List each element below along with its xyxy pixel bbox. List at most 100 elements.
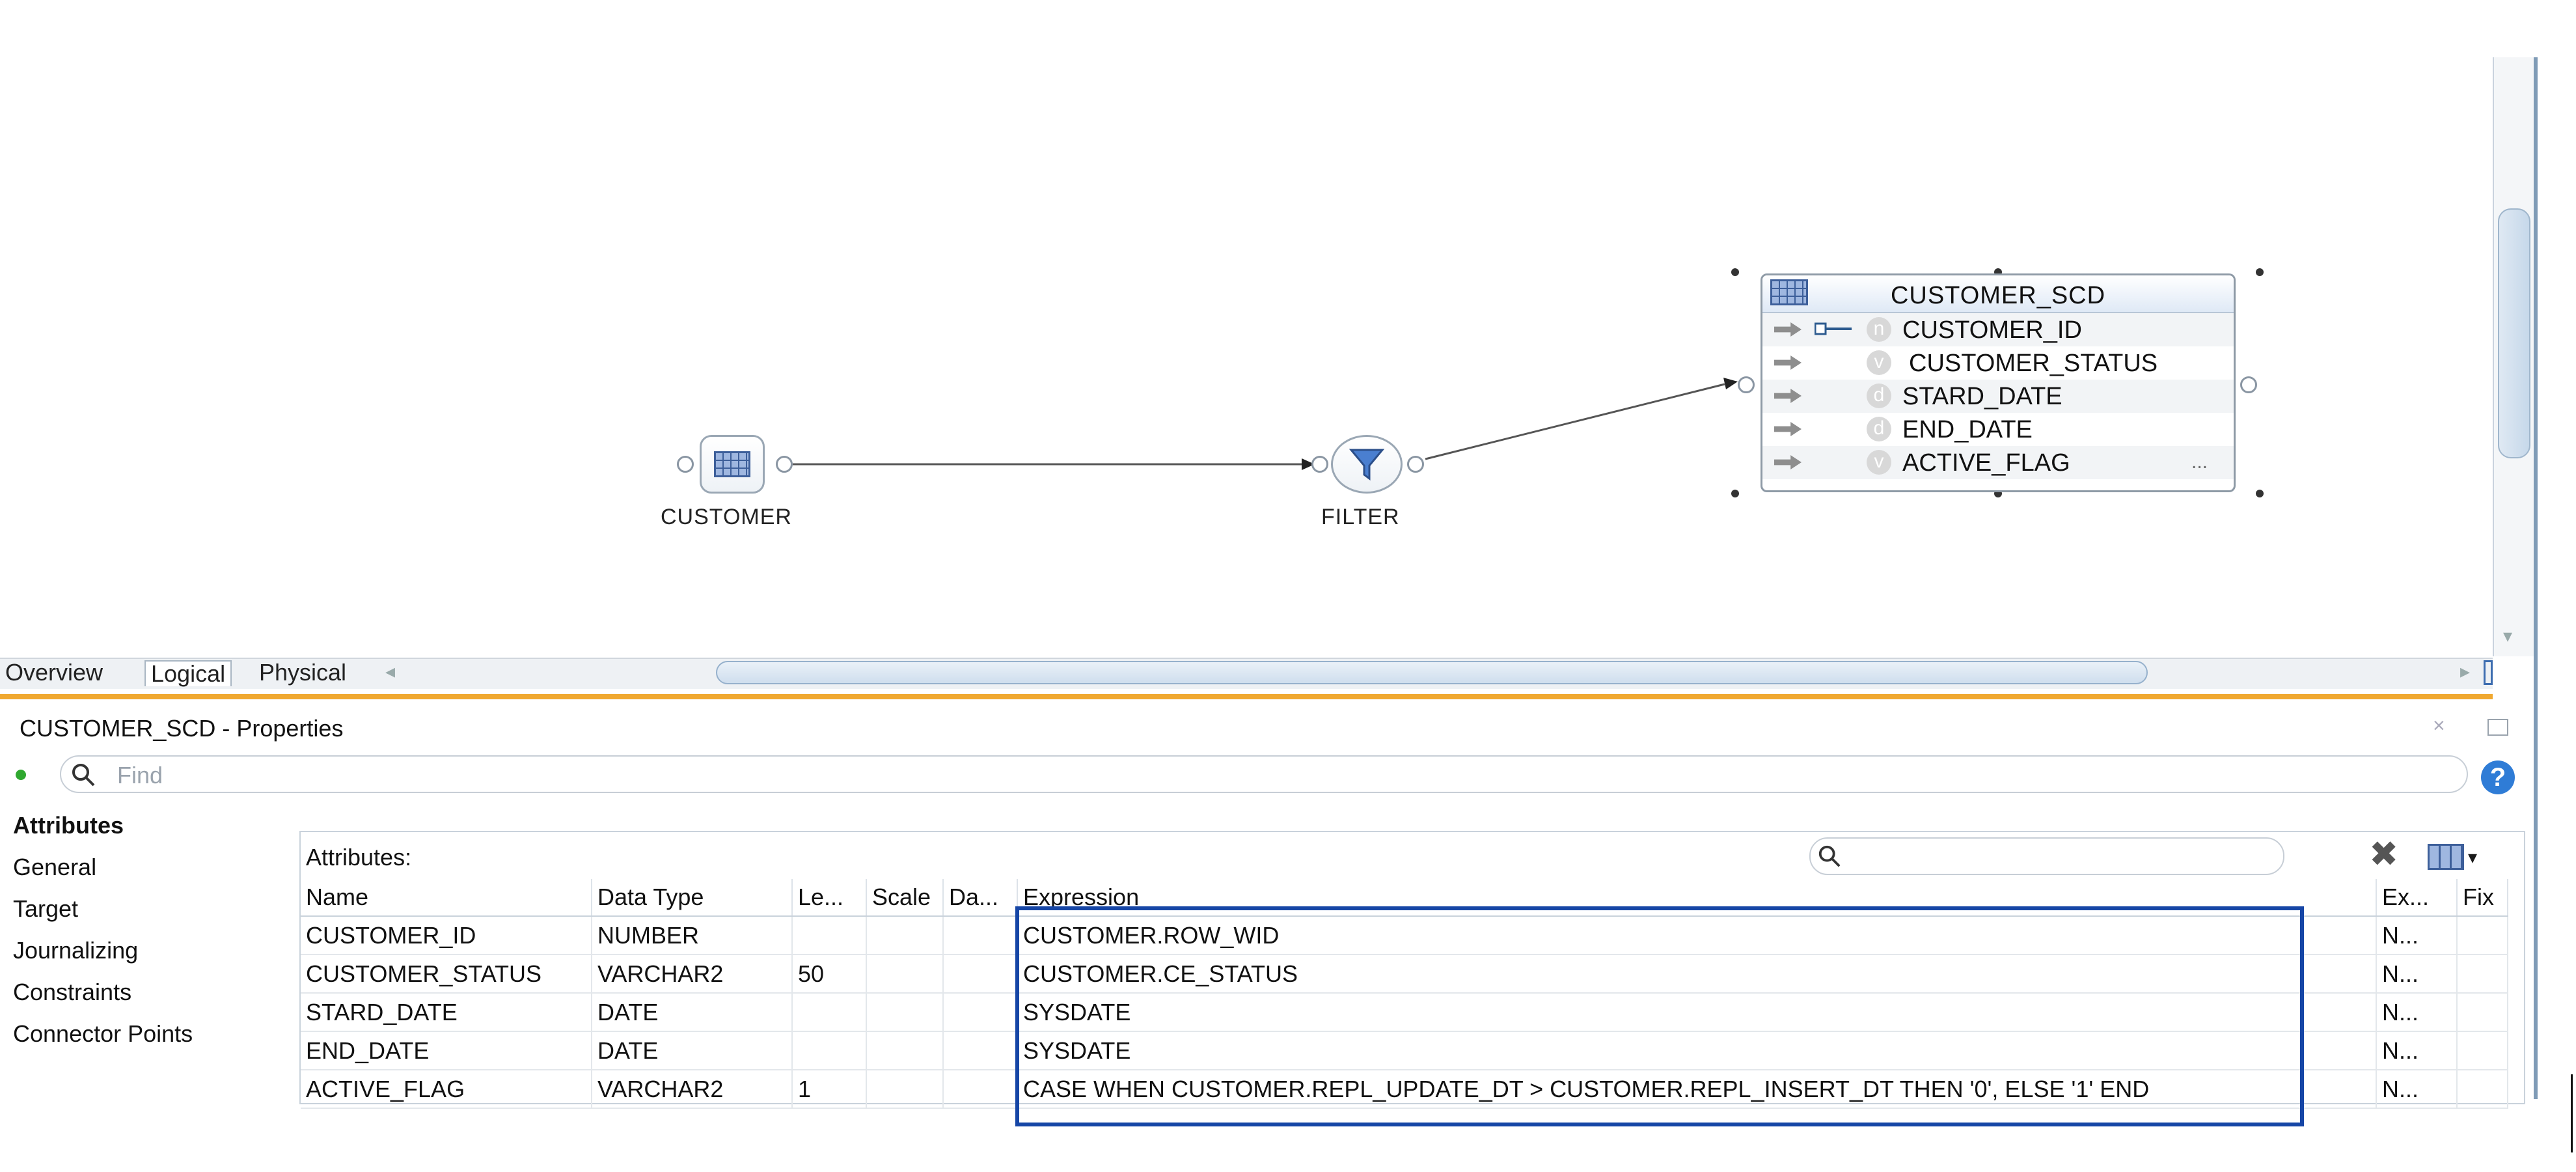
cell-default[interactable]: [943, 955, 1018, 994]
attribute-name: END_DATE: [1902, 416, 2033, 443]
cell-fix[interactable]: [2457, 1031, 2508, 1070]
chevron-down-icon[interactable]: ▾: [2468, 846, 2477, 868]
cell-data-type[interactable]: DATE: [592, 1031, 793, 1070]
col-data-type[interactable]: Data Type: [592, 879, 793, 917]
mapping-canvas[interactable]: CUSTOMER FILTER CUSTOMER_SCD n CUSTOMER_…: [0, 0, 2493, 651]
mapped-arrow-icon: [1774, 322, 1802, 337]
date-type-icon: d: [1867, 384, 1891, 408]
col-length[interactable]: Le...: [792, 879, 867, 917]
cell-scale[interactable]: [866, 993, 944, 1032]
nav-constraints[interactable]: Constraints: [0, 971, 286, 1013]
cell-default[interactable]: [943, 1070, 1018, 1109]
cell-length[interactable]: 1: [792, 1070, 867, 1109]
link-filter-target: [1425, 383, 1725, 460]
nav-target[interactable]: Target: [0, 888, 286, 930]
col-scale[interactable]: Scale: [866, 879, 944, 917]
col-fix[interactable]: Fix: [2457, 879, 2508, 917]
find-input[interactable]: [60, 755, 2468, 793]
overview-toggle-icon[interactable]: [2484, 660, 2493, 685]
cell-execute-on[interactable]: N...: [2376, 1070, 2458, 1109]
help-icon[interactable]: ?: [2481, 760, 2515, 794]
attributes-label: Attributes:: [306, 844, 412, 871]
tab-logical[interactable]: Logical: [144, 660, 232, 686]
output-port[interactable]: [1407, 456, 1424, 473]
scroll-right-arrow-icon[interactable]: ▸: [2460, 660, 2470, 683]
col-name[interactable]: Name: [301, 879, 592, 917]
datastore-attribute-row[interactable]: n CUSTOMER_ID: [1762, 313, 2234, 346]
attribute-name: STARD_DATE: [1902, 383, 2062, 410]
col-execute-on[interactable]: Ex...: [2376, 879, 2458, 917]
datastore-attribute-row[interactable]: d END_DATE: [1762, 413, 2234, 446]
attributes-search-input[interactable]: [1809, 837, 2284, 875]
delete-icon[interactable]: ✖: [2369, 835, 2398, 874]
cell-length[interactable]: [792, 993, 867, 1032]
cell-data-type[interactable]: NUMBER: [592, 916, 793, 955]
datastore-attribute-row[interactable]: d STARD_DATE: [1762, 380, 2234, 413]
nav-attributes[interactable]: Attributes: [0, 805, 286, 846]
panel-accent-bar: [0, 694, 2493, 699]
cell-data-type[interactable]: DATE: [592, 993, 793, 1032]
cell-scale[interactable]: [866, 1070, 944, 1109]
cell-length[interactable]: [792, 1031, 867, 1070]
cell-length[interactable]: 50: [792, 955, 867, 994]
selection-handle[interactable]: [2256, 490, 2264, 497]
nav-connector-points[interactable]: Connector Points: [0, 1013, 286, 1055]
close-icon[interactable]: ×: [2433, 714, 2445, 738]
customer-scd-datastore[interactable]: CUSTOMER_SCD n CUSTOMER_ID v CUSTOMER_ST…: [1761, 273, 2236, 492]
expression-highlight-box: [1015, 906, 2304, 1126]
datastore-attribute-row[interactable]: v CUSTOMER_STATUS: [1762, 346, 2234, 380]
selection-handle[interactable]: [1731, 268, 1739, 276]
cell-scale[interactable]: [866, 955, 944, 994]
nav-general[interactable]: General: [0, 846, 286, 888]
cell-default[interactable]: [943, 1031, 1018, 1070]
datastore-attribute-list: n CUSTOMER_ID v CUSTOMER_STATUS d STARD_…: [1762, 313, 2234, 479]
output-port[interactable]: [2240, 376, 2257, 393]
cell-default[interactable]: [943, 916, 1018, 955]
selection-handle[interactable]: [2256, 268, 2264, 276]
output-port[interactable]: [677, 456, 694, 473]
customer-source-node[interactable]: [700, 435, 765, 494]
input-port[interactable]: [1738, 376, 1755, 393]
tab-overview[interactable]: Overview: [0, 660, 108, 685]
scroll-down-arrow-icon[interactable]: ▾: [2503, 625, 2512, 647]
scroll-left-arrow-icon[interactable]: ◂: [385, 660, 395, 683]
columns-icon[interactable]: [2428, 844, 2464, 870]
filter-node[interactable]: [1331, 435, 1403, 494]
cell-execute-on[interactable]: N...: [2376, 955, 2458, 994]
col-default[interactable]: Da...: [943, 879, 1018, 917]
input-port[interactable]: [1311, 456, 1328, 473]
cell-name[interactable]: CUSTOMER_STATUS: [301, 955, 592, 994]
text-cursor: [2571, 1074, 2573, 1152]
cell-data-type[interactable]: VARCHAR2: [592, 955, 793, 994]
cell-scale[interactable]: [866, 916, 944, 955]
cell-execute-on[interactable]: N...: [2376, 916, 2458, 955]
nav-journalizing[interactable]: Journalizing: [0, 930, 286, 971]
cell-execute-on[interactable]: N...: [2376, 1031, 2458, 1070]
canvas-horizontal-scroll-thumb[interactable]: [716, 661, 2148, 684]
cell-name[interactable]: STARD_DATE: [301, 993, 592, 1032]
cell-name[interactable]: END_DATE: [301, 1031, 592, 1070]
attribute-name: ACTIVE_FLAG: [1902, 449, 2070, 477]
datastore-header[interactable]: CUSTOMER_SCD: [1762, 275, 2234, 313]
datastore-attribute-row[interactable]: v ACTIVE_FLAG ...: [1762, 446, 2234, 479]
cell-execute-on[interactable]: N...: [2376, 993, 2458, 1032]
minimize-icon[interactable]: [2487, 719, 2508, 736]
cell-fix[interactable]: [2457, 955, 2508, 994]
cell-fix[interactable]: [2457, 993, 2508, 1032]
tab-physical[interactable]: Physical: [254, 660, 351, 685]
cell-default[interactable]: [943, 993, 1018, 1032]
cell-fix[interactable]: [2457, 916, 2508, 955]
cell-fix[interactable]: [2457, 1070, 2508, 1109]
output-port[interactable]: [776, 456, 793, 473]
cell-length[interactable]: [792, 916, 867, 955]
selection-handle[interactable]: [1731, 490, 1739, 497]
cell-name[interactable]: CUSTOMER_ID: [301, 916, 592, 955]
cell-name[interactable]: ACTIVE_FLAG: [301, 1070, 592, 1109]
cell-scale[interactable]: [866, 1031, 944, 1070]
mapped-arrow-icon: [1774, 356, 1802, 370]
canvas-vertical-scroll-thumb[interactable]: [2498, 208, 2530, 458]
cell-data-type[interactable]: VARCHAR2: [592, 1070, 793, 1109]
find-placeholder: Find: [117, 762, 163, 788]
more-indicator: ...: [2191, 451, 2208, 473]
number-type-icon: n: [1867, 317, 1891, 342]
